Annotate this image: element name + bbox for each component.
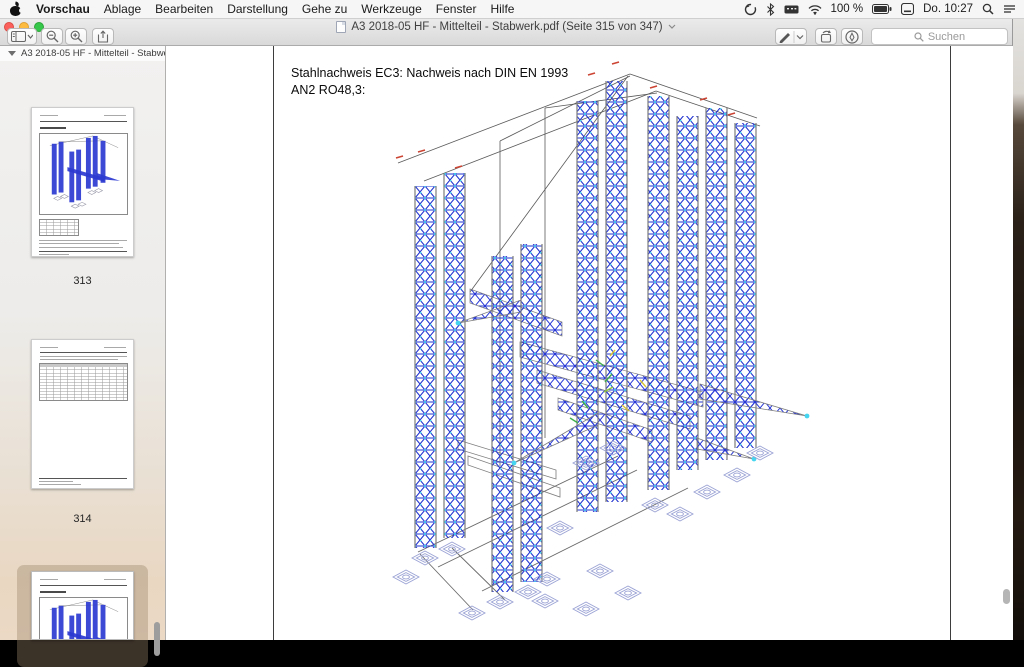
thumbnail-label-313: 313 xyxy=(31,275,134,287)
title-chevron-icon[interactable] xyxy=(668,24,676,29)
battery-percentage[interactable]: 100 % xyxy=(831,3,864,15)
thumbnail-page-314[interactable] xyxy=(31,339,134,489)
node-tick xyxy=(588,73,595,75)
menu-item-bearbeiten[interactable]: Bearbeiten xyxy=(155,2,213,16)
mini-structure-313 xyxy=(40,134,127,214)
truss-tower xyxy=(606,81,627,502)
menu-bar-status: 100 % Do. 10:27 xyxy=(744,3,1024,16)
truss-tower xyxy=(706,108,727,460)
foundation-pad xyxy=(573,602,599,616)
search-field[interactable]: Suchen xyxy=(871,28,1008,45)
foundation-pad xyxy=(724,468,750,482)
input-source-icon[interactable] xyxy=(901,3,914,15)
bluetooth-icon[interactable] xyxy=(766,3,775,16)
sidebar-scrollbar-thumb[interactable] xyxy=(154,622,160,656)
document-proxy-icon[interactable] xyxy=(336,21,346,33)
desktop-wallpaper-strip xyxy=(1013,19,1024,640)
truss-tower xyxy=(677,116,698,470)
arm-tip xyxy=(805,414,810,419)
truss-tower xyxy=(648,96,669,490)
markup-pen-icon xyxy=(778,31,804,43)
window-title: A3 2018-05 HF - Mittelteil - Stabwerk.pd… xyxy=(351,21,662,33)
menu-bar: Vorschau Ablage Bearbeiten Darstellung G… xyxy=(0,0,1024,19)
zoom-out-button[interactable] xyxy=(41,28,63,45)
node-tick xyxy=(418,150,425,152)
truss-tower xyxy=(444,173,465,538)
screen: { "menubar": { "app_name": "Vorschau", "… xyxy=(0,0,1024,640)
apple-menu-icon[interactable] xyxy=(10,3,22,16)
menu-item-ablage[interactable]: Ablage xyxy=(104,2,141,16)
arm-tip xyxy=(456,321,461,326)
foundation-pad xyxy=(615,586,641,600)
truss-tower xyxy=(577,101,598,512)
foundation-pad xyxy=(667,507,693,521)
zoom-in-icon xyxy=(70,30,83,43)
zoom-in-button[interactable] xyxy=(65,28,87,45)
truss-tower xyxy=(415,186,436,548)
share-icon xyxy=(97,30,109,43)
time-machine-icon[interactable] xyxy=(744,3,757,16)
search-input[interactable] xyxy=(872,29,1007,44)
node-tick xyxy=(650,86,657,88)
wifi-icon[interactable] xyxy=(808,4,822,15)
menu-bar-left: Vorschau Ablage Bearbeiten Darstellung G… xyxy=(0,2,514,16)
node-tick xyxy=(612,62,619,64)
thumbnail-page-313[interactable] xyxy=(31,107,134,257)
window-chrome: A3 2018-05 HF - Mittelteil - Stabwerk.pd… xyxy=(0,19,1012,46)
node-tick xyxy=(728,113,735,115)
markup-toolbar-button[interactable] xyxy=(841,28,863,45)
foundation-pad xyxy=(515,585,541,599)
truss-tower xyxy=(521,244,542,582)
thumbnail-label-314: 314 xyxy=(31,513,134,525)
foundation-pad xyxy=(487,595,513,609)
foundation-pad xyxy=(587,564,613,578)
menu-app-name[interactable]: Vorschau xyxy=(36,2,90,16)
markup-pen-button[interactable] xyxy=(775,28,807,45)
notification-center-icon[interactable] xyxy=(1003,4,1016,15)
menu-item-gehezu[interactable]: Gehe zu xyxy=(302,2,347,16)
structural-model-drawing xyxy=(274,46,951,631)
node-tick xyxy=(455,166,462,168)
markup-toolbar-icon xyxy=(845,30,859,44)
content-scrollbar-thumb[interactable] xyxy=(1003,589,1010,604)
sidebar-document-name: A3 2018-05 HF - Mittelteil - Stabwerk...… xyxy=(21,48,165,59)
foundation-pad xyxy=(532,594,558,608)
share-button[interactable] xyxy=(92,28,114,45)
menu-item-werkzeuge[interactable]: Werkzeuge xyxy=(361,2,421,16)
foundation-pad xyxy=(459,606,485,620)
pdf-page-view: Stahlnachweis EC3: Nachweis nach DIN EN … xyxy=(166,46,1013,640)
menu-clock[interactable]: Do. 10:27 xyxy=(923,3,973,15)
mini-structure-315 xyxy=(40,598,127,640)
foundation-pad xyxy=(412,551,438,565)
menu-item-hilfe[interactable]: Hilfe xyxy=(490,2,514,16)
sidebar-document-header[interactable]: A3 2018-05 HF - Mittelteil - Stabwerk...… xyxy=(0,46,165,61)
foundation-pad xyxy=(439,542,465,556)
node-tick xyxy=(396,156,403,158)
arm-tip xyxy=(512,461,517,466)
menu-item-darstellung[interactable]: Darstellung xyxy=(227,2,288,16)
thumbnail-sidebar: A3 2018-05 HF - Mittelteil - Stabwerk...… xyxy=(0,46,166,640)
sidebar-view-icon xyxy=(11,31,33,42)
battery-icon[interactable] xyxy=(872,4,892,14)
rotate-icon xyxy=(819,30,833,43)
zoom-out-icon xyxy=(46,30,59,43)
foundation-pad xyxy=(547,521,573,535)
rotate-button[interactable] xyxy=(815,28,837,45)
foundation-pad xyxy=(694,485,720,499)
spotlight-icon[interactable] xyxy=(982,3,994,15)
disclosure-triangle-icon xyxy=(8,51,16,56)
thumbnail-page-315[interactable] xyxy=(31,571,134,640)
foundation-pad xyxy=(393,570,419,584)
view-menu-button[interactable] xyxy=(7,28,37,45)
menu-item-fenster[interactable]: Fenster xyxy=(436,2,477,16)
preview-window: A3 2018-05 HF - Mittelteil - Stabwerk.pd… xyxy=(0,19,1013,640)
keyboard-icon[interactable] xyxy=(784,4,799,15)
